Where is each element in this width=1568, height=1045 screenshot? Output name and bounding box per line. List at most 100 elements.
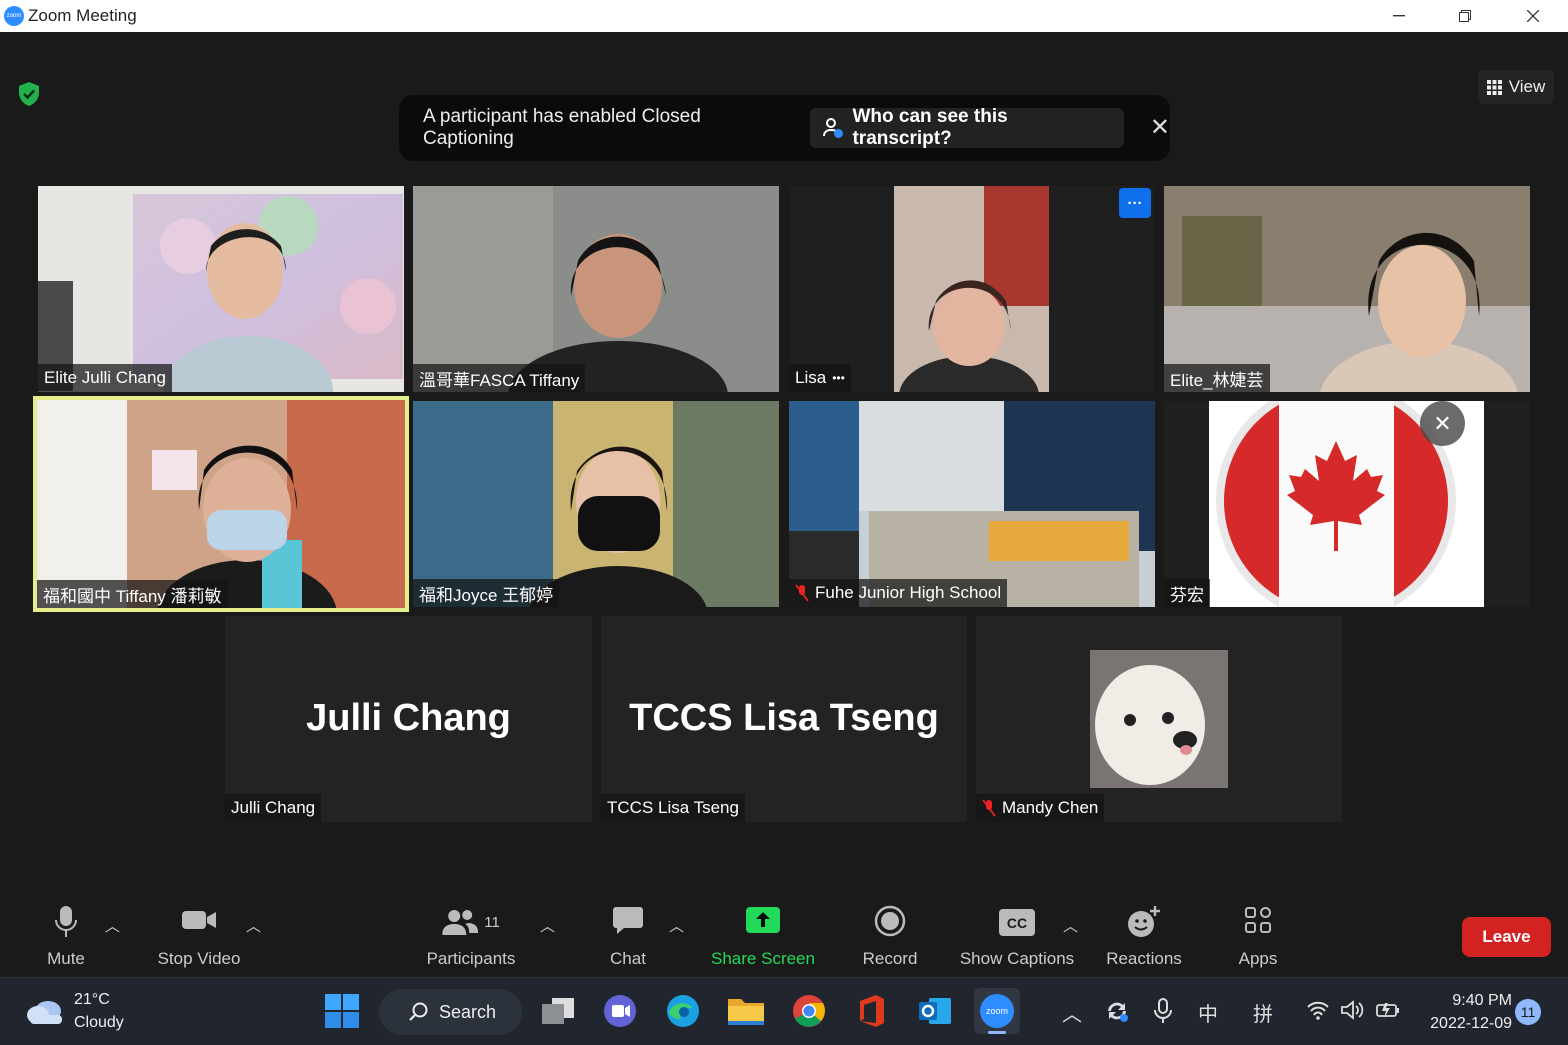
more-options-button[interactable]: ··· [1119,188,1151,218]
restore-button[interactable] [1432,0,1498,32]
video-tile[interactable]: ··· Lisa ••• [789,186,1155,392]
minimize-button[interactable] [1366,0,1432,32]
audio-options-caret-icon[interactable]: ︿ [105,915,120,936]
participants-button[interactable]: 11 Participants [418,897,524,977]
chat-button[interactable]: Chat [598,897,658,977]
search-label: Search [439,1001,497,1022]
video-tile[interactable]: ✕ 芬宏 [1164,401,1530,607]
security-shield-icon[interactable] [17,81,41,107]
video-tile-active-speaker[interactable]: 福和國中 Tiffany 潘莉敏 [33,396,409,612]
outlook-app-icon[interactable] [912,988,958,1034]
task-view-icon [542,998,574,1024]
weather-description: Cloudy [74,1014,124,1031]
participant-video [38,186,404,392]
file-explorer-app-icon[interactable] [723,988,769,1034]
leave-button[interactable]: Leave [1462,917,1551,957]
record-button[interactable]: Record [855,897,925,977]
taskbar-search-button[interactable]: Search [379,989,522,1035]
person-info-icon [822,118,843,138]
who-can-see-transcript-button[interactable]: Who can see this transcript? [809,106,1124,149]
chat-bubble-icon [613,907,643,934]
participant-name-label: 芬宏 [1164,579,1210,607]
notification-badge[interactable]: 11 [1515,999,1541,1025]
microphone-icon [55,906,77,937]
teams-chat-app-icon[interactable] [597,988,643,1034]
video-tile-camera-off[interactable]: Mandy Chen [976,616,1342,822]
reactions-button[interactable]: Reactions [1100,897,1188,977]
participant-video [1164,401,1530,607]
minimize-icon [1393,15,1405,17]
close-overlay-button[interactable]: ✕ [1420,401,1465,446]
show-captions-button[interactable]: CC Show Captions [955,897,1079,977]
clock[interactable]: 9:40 PM 2022-12-09 [1412,989,1512,1035]
zoom-taskbar-button[interactable]: zoom [974,988,1020,1034]
record-icon [874,905,906,937]
video-tile[interactable]: Fuhe Junior High School [789,401,1155,607]
transcript-button-label: Who can see this transcript? [852,106,1008,149]
meeting-toolbar: Mute ︿ Stop Video ︿ 11 Participants ︿ Ch… [0,897,1568,977]
captions-options-caret-icon[interactable]: ︿ [1063,915,1078,936]
volume-icon[interactable] [1340,999,1364,1021]
video-tile[interactable]: Elite Julli Chang [38,186,404,392]
start-button[interactable] [319,988,365,1034]
video-tile-camera-off[interactable]: TCCS Lisa Tseng TCCS Lisa Tseng [601,616,967,822]
participant-name-label: Fuhe Junior High School [789,579,1008,607]
participant-name-label: 福和Joyce 王郁婷 [413,579,560,607]
active-app-indicator [988,1031,1006,1034]
task-view-button[interactable] [535,988,581,1034]
muted-mic-icon [795,584,809,602]
windows-taskbar: 21°C Cloudy Search zoom ︿ 中 拼 9:40 PM 20… [0,977,1568,1045]
banner-close-icon[interactable]: ✕ [1150,116,1170,140]
sync-icon[interactable] [1104,998,1130,1024]
stop-video-button[interactable]: Stop Video [150,897,248,977]
participants-count: 11 [484,913,500,931]
participant-name-label: TCCS Lisa Tseng [601,794,745,822]
participant-name-label: Lisa ••• [789,364,851,392]
video-tile[interactable]: 溫哥華FASCA Tiffany [413,186,779,392]
mute-button[interactable]: Mute [30,897,102,977]
ime-input-method-indicator[interactable]: 拼 [1253,998,1273,1027]
reactions-label: Reactions [1106,949,1182,968]
view-button[interactable]: View [1478,70,1554,104]
weather-widget[interactable]: 21°C Cloudy [26,988,124,1034]
profile-picture [1090,650,1228,788]
apps-label: Apps [1238,949,1278,968]
video-tile-camera-off[interactable]: Julli Chang Julli Chang [225,616,592,822]
outlook-icon [919,998,951,1024]
participant-name-label: 溫哥華FASCA Tiffany [413,364,586,392]
edge-browser-app-icon[interactable] [660,988,706,1034]
emoji-plus-icon [1128,906,1160,937]
meeting-area: View A participant has enabled Closed Ca… [0,32,1568,977]
video-tile[interactable]: 福和Joyce 王郁婷 [413,401,779,607]
show-hidden-icons-chevron-icon[interactable]: ︿ [1062,998,1082,1027]
participant-name-label: 福和國中 Tiffany 潘莉敏 [37,580,228,608]
cloud-icon [27,1001,62,1024]
close-window-button[interactable] [1500,0,1566,32]
share-screen-icon [746,907,780,933]
video-camera-icon [182,911,216,929]
chat-options-caret-icon[interactable]: ︿ [669,915,684,936]
chrome-app-icon[interactable] [786,988,832,1034]
record-label: Record [862,949,918,968]
share-screen-button[interactable]: Share Screen [705,897,821,977]
restore-icon [1459,10,1471,22]
participant-name-label: Elite Julli Chang [38,364,172,392]
title-bar: zoom Zoom Meeting [0,0,1568,32]
tray-microphone-icon[interactable] [1153,998,1173,1024]
video-tile[interactable]: Elite_林婕芸 [1164,186,1530,392]
wifi-icon[interactable] [1307,1000,1329,1020]
participant-video [413,401,779,607]
participant-video [1164,186,1530,392]
grid-icon [1486,79,1502,95]
close-icon [1527,10,1539,22]
windows-logo-icon [325,994,359,1028]
office-app-icon[interactable] [849,988,895,1034]
muted-mic-icon [982,799,996,817]
video-options-caret-icon[interactable]: ︿ [246,915,261,936]
zoom-logo-icon: zoom [4,6,24,26]
battery-icon[interactable] [1376,1000,1400,1020]
apps-button[interactable]: Apps [1228,897,1288,977]
teams-chat-icon [604,995,636,1027]
ime-mode-indicator[interactable]: 中 [1198,998,1218,1027]
participants-options-caret-icon[interactable]: ︿ [540,915,555,936]
